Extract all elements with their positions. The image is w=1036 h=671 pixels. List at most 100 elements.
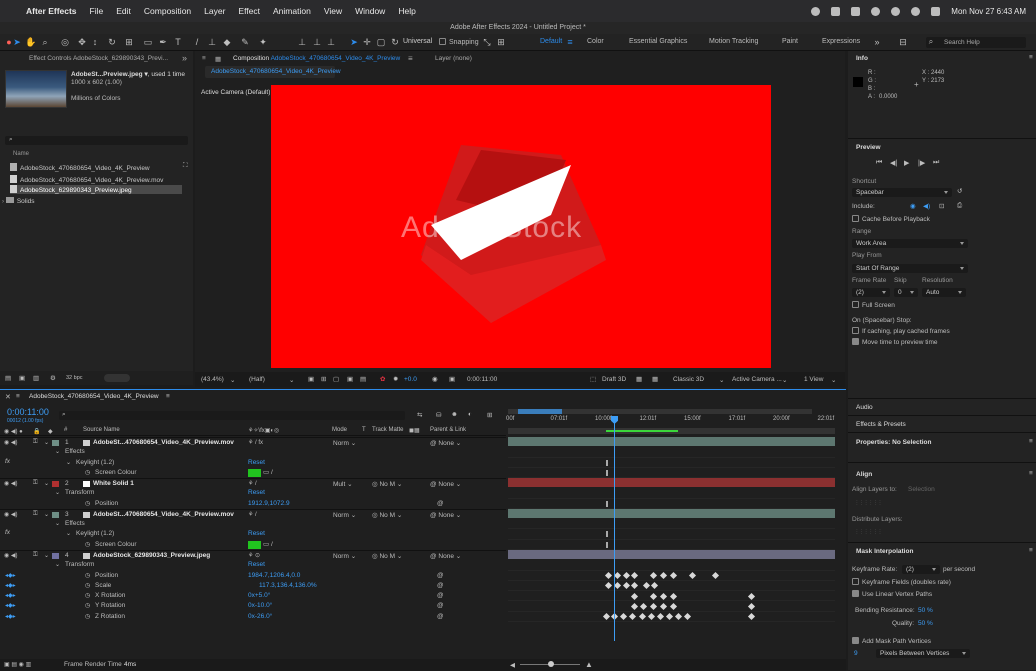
camera-dropdown[interactable]: Active Camera ... <box>732 376 782 383</box>
layer-mode-dropdown[interactable]: Mult ⌄ <box>333 480 353 488</box>
property-row[interactable]: ⌄ Transform Reset <box>0 488 506 498</box>
track-matte-dropdown[interactable]: ◎ No M ⌄ <box>372 480 402 488</box>
reset-link[interactable]: Reset <box>248 459 265 466</box>
bpc-label[interactable]: 32 bpc <box>66 375 83 381</box>
twirl-icon[interactable]: ⌄ <box>55 520 60 527</box>
layer-duration-bar[interactable] <box>508 437 835 447</box>
property-row[interactable]: ◂◆▸ ◷ X Rotation 0x+5.0° @ <box>0 591 506 601</box>
twirl-icon[interactable]: ⌄ <box>55 448 60 455</box>
ground-plane-icon[interactable]: ▦ <box>636 375 642 383</box>
axis-local-icon[interactable]: ⊥ <box>297 37 307 47</box>
property-name[interactable]: Position <box>95 572 118 579</box>
menu-view[interactable]: View <box>324 6 342 16</box>
pickwhip-icon[interactable]: @ <box>437 500 444 507</box>
property-value[interactable]: 0x-10.0° <box>248 602 272 609</box>
dolly-tool-icon[interactable]: ↕ <box>90 37 100 47</box>
stopwatch-icon[interactable]: ◷ <box>85 500 90 507</box>
tab-composition[interactable]: Composition AdobeStock_470680654_Video_4… <box>233 55 400 62</box>
timeline-menu-icon[interactable]: ≡ <box>16 393 20 400</box>
property-row[interactable]: fx ⌄ Keylight (1.2) Reset <box>0 529 506 539</box>
stopwatch-icon[interactable]: ◷ <box>85 582 90 589</box>
rotate-tool-icon[interactable]: ↻ <box>107 37 117 47</box>
3d-select-icon[interactable]: ➤ <box>349 37 359 47</box>
layer-mode-dropdown[interactable]: Norm ⌄ <box>333 439 356 447</box>
property-name[interactable]: Scale <box>95 582 111 589</box>
add-mask-option[interactable]: Add Mask Path Vertices <box>852 637 931 645</box>
menu-window[interactable]: Window <box>355 6 385 16</box>
property-row[interactable]: ◂◆▸ ◷ Position 1984.7,1206.4,0.0 @ <box>0 571 506 581</box>
snap-guide-icon[interactable]: ⊞ <box>496 37 506 47</box>
switches-header-icon[interactable]: ⚘✧\fx▣◐◎ <box>248 427 279 434</box>
move-time-option[interactable]: Move time to preview time <box>852 338 938 346</box>
menu-help[interactable]: Help <box>398 6 415 16</box>
zoom-dropdown[interactable]: (43.4%) <box>201 376 224 383</box>
layer-duration-bar[interactable] <box>508 508 835 519</box>
eyedropper-icon[interactable]: ▭ / <box>263 468 273 476</box>
track-matte-dropdown[interactable]: ◎ No M ⌄ <box>372 552 402 560</box>
distribute-buttons-icon[interactable]: ⫶⫶⫶⫶⫶⫶ <box>856 529 884 537</box>
clone-tool-icon[interactable]: ⊥ <box>207 37 217 47</box>
footer-icons[interactable]: ▣ ▤ ◉ ▥ <box>4 661 31 668</box>
resolution-dropdown[interactable]: (Half) <box>249 376 265 383</box>
external-output-icon[interactable]: ⎙ <box>957 202 962 210</box>
project-item-solids[interactable]: › Solids <box>2 197 35 205</box>
kf-fields-option[interactable]: Keyframe Fields (doubles rate) <box>852 578 951 586</box>
project-settings-icon[interactable]: ⚙ <box>50 374 56 382</box>
property-value[interactable]: 0x+5.0° <box>248 592 270 599</box>
pixels-number[interactable]: 9 <box>854 650 858 657</box>
pan-tool-icon[interactable]: ✥ <box>77 37 87 47</box>
timeline-close-icon[interactable]: ✕ <box>5 393 11 401</box>
new-folder-icon[interactable]: ▣ <box>19 374 25 382</box>
show-snapshot-icon[interactable]: ▣ <box>449 375 455 383</box>
quality-value[interactable]: 50 % <box>918 620 933 627</box>
timeline-search-input[interactable]: ⌕ <box>59 411 405 420</box>
property-row[interactable]: ◂◆▸ ◷ Z Rotation 0x-26.0° @ <box>0 612 506 622</box>
extended-viewer-icon[interactable]: ▦ <box>652 375 658 383</box>
property-row[interactable]: ⌄ Effects <box>0 519 506 529</box>
property-name[interactable]: Screen Colour <box>95 541 137 548</box>
3d-move-icon[interactable]: ✛ <box>362 37 372 47</box>
lock-icon[interactable]: ▦ <box>215 55 221 63</box>
pickwhip-icon[interactable]: @ <box>437 602 444 609</box>
flowchart-icon[interactable]: ⛶ <box>183 162 188 170</box>
interpret-footage-icon[interactable]: ▤ <box>5 374 11 382</box>
shortcut-dropdown[interactable]: Spacebar <box>852 188 952 197</box>
property-value[interactable]: 117.3,136.4,136.0% <box>259 582 317 589</box>
lock-icon[interactable]: ⚿ <box>33 480 38 487</box>
time-navigator-range[interactable] <box>518 409 562 414</box>
align-buttons-icon[interactable]: ⫶⫶⫶⫶⫶⫶ <box>856 500 884 508</box>
dropbox-icon[interactable] <box>831 6 841 16</box>
workspace-color[interactable]: Color <box>587 38 604 45</box>
workspace-default[interactable]: Default <box>540 38 562 45</box>
zoom-out-icon[interactable]: ◀ <box>510 661 515 669</box>
comp-timecode[interactable]: 0:00:11:00 <box>467 376 497 383</box>
reset-link[interactable]: Reset <box>248 489 265 496</box>
comp-viewer[interactable]: Adobe Stock <box>271 85 771 368</box>
renderer-chevron-icon[interactable]: ⌄ <box>719 376 724 384</box>
layer-switches-icon[interactable]: ⚘ ⊙ <box>248 552 260 559</box>
include-video-icon[interactable]: ◉ <box>910 202 916 210</box>
stopwatch-icon[interactable]: ◷ <box>85 541 90 548</box>
reset-link[interactable]: Reset <box>248 561 265 568</box>
properties-menu-icon[interactable]: ≡ <box>1029 438 1033 445</box>
mask-menu-icon[interactable]: ≡ <box>1029 547 1033 554</box>
workspace-menu-icon[interactable]: ≡ <box>565 37 575 47</box>
layer-switches-icon[interactable]: ⚘ / <box>248 480 257 487</box>
orbit-tool-icon[interactable]: ◎ <box>60 37 70 47</box>
lock-header-icon[interactable]: 🔒 <box>33 428 40 435</box>
zoom-slider[interactable] <box>520 661 580 667</box>
lock-icon[interactable]: ⚿ <box>33 439 38 446</box>
fast-preview-icon[interactable]: ▣ <box>308 375 314 383</box>
roto-tool-icon[interactable]: ✎ <box>240 37 250 47</box>
tab-layer[interactable]: Layer (none) <box>435 55 472 62</box>
grammarly-icon[interactable] <box>871 6 881 16</box>
property-row[interactable]: ⌄ Effects <box>0 447 506 457</box>
layer-name[interactable]: AdobeSt...470680654_Video_4K_Preview.mov <box>93 511 234 518</box>
snapshot-icon[interactable]: ◉ <box>432 375 438 383</box>
fx-toggle-icon[interactable]: fx <box>5 529 10 536</box>
layer-label-swatch[interactable] <box>52 440 59 446</box>
control-center-icon[interactable] <box>931 6 941 16</box>
property-row[interactable]: ◷ Screen Colour ▭ / <box>0 468 506 478</box>
property-name[interactable]: Z Rotation <box>95 613 125 620</box>
timeline-tab-menu-icon[interactable]: ≡ <box>166 393 170 400</box>
